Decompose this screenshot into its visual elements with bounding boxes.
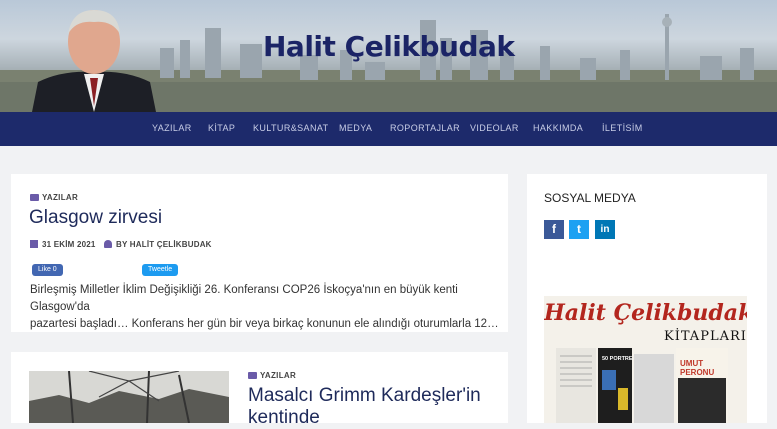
linkedin-icon[interactable]: in (595, 220, 615, 239)
widget-title: SOSYAL MEDYA (544, 191, 636, 205)
user-icon (104, 240, 112, 248)
facebook-like-button[interactable]: Like 0 (32, 264, 63, 276)
post-title-line: Masalcı Grimm Kardeşler'in (248, 385, 481, 406)
facebook-icon[interactable]: f (544, 220, 564, 239)
nav-item-kitap[interactable]: KİTAP (208, 123, 235, 133)
books-banner[interactable]: Halit Çelikbudak KİTAPLARI 50 PORTRE UMU… (544, 296, 747, 423)
nav-item-yazilar[interactable]: YAZILAR (152, 123, 192, 133)
folder-icon (248, 372, 257, 379)
nav-item-medya[interactable]: MEDYA (339, 123, 372, 133)
books-banner-title: Halit Çelikbudak (544, 300, 747, 326)
post-card: YAZILAR Masalcı Grimm Kardeşler'in kenti… (11, 352, 508, 428)
author-portrait (32, 10, 156, 112)
books-banner-subtitle: KİTAPLARI (664, 329, 747, 344)
post-title[interactable]: Masalcı Grimm Kardeşler'in kentinde (248, 385, 481, 429)
book-covers: 50 PORTRE UMUT PERONU (556, 348, 728, 423)
post-title-line: kentinde (248, 407, 320, 428)
post-card: YAZILAR Glasgow zirvesi 31 EKİM 2021 BY … (11, 174, 508, 332)
calendar-icon (30, 240, 38, 248)
nav-item-kultur-sanat[interactable]: KULTUR&SANAT (253, 123, 328, 133)
post-excerpt: Birleşmiş Milletler İklim Değişikliği 26… (30, 282, 500, 333)
main-navigation: YAZILAR KİTAP KULTUR&SANAT MEDYA ROPORTA… (0, 112, 777, 146)
nav-item-iletisim[interactable]: İLETİSİM (602, 123, 643, 133)
post-excerpt-line: pazartesi başladı… Konferans her gün bir… (30, 318, 499, 330)
post-category[interactable]: YAZILAR (248, 371, 296, 380)
twitter-icon[interactable]: t (569, 220, 589, 239)
nav-item-hakkimda[interactable]: HAKKIMDA (533, 123, 583, 133)
site-title[interactable]: Halit Çelikbudak (263, 30, 515, 63)
book-label-50-portre: 50 PORTRE (602, 356, 633, 362)
post-date[interactable]: 31 EKİM 2021 (30, 240, 96, 249)
nav-item-roportajlar[interactable]: ROPORTAJLAR (390, 123, 460, 133)
nav-item-videolar[interactable]: VIDEOLAR (470, 123, 519, 133)
post-author[interactable]: BY HALİT ÇELİKBUDAK (104, 240, 212, 249)
post-thumbnail[interactable] (29, 371, 229, 423)
post-category[interactable]: YAZILAR (30, 193, 78, 202)
book-label-umut-peronu: UMUT (680, 359, 703, 368)
tweet-button[interactable]: Tweetle (142, 264, 179, 276)
folder-icon (30, 194, 39, 201)
post-title[interactable]: Glasgow zirvesi (29, 207, 162, 229)
svg-text:PERONU: PERONU (680, 368, 714, 377)
site-header: Halit Çelikbudak (0, 0, 777, 112)
post-excerpt-line: Birleşmiş Milletler İklim Değişikliği 26… (30, 284, 458, 313)
